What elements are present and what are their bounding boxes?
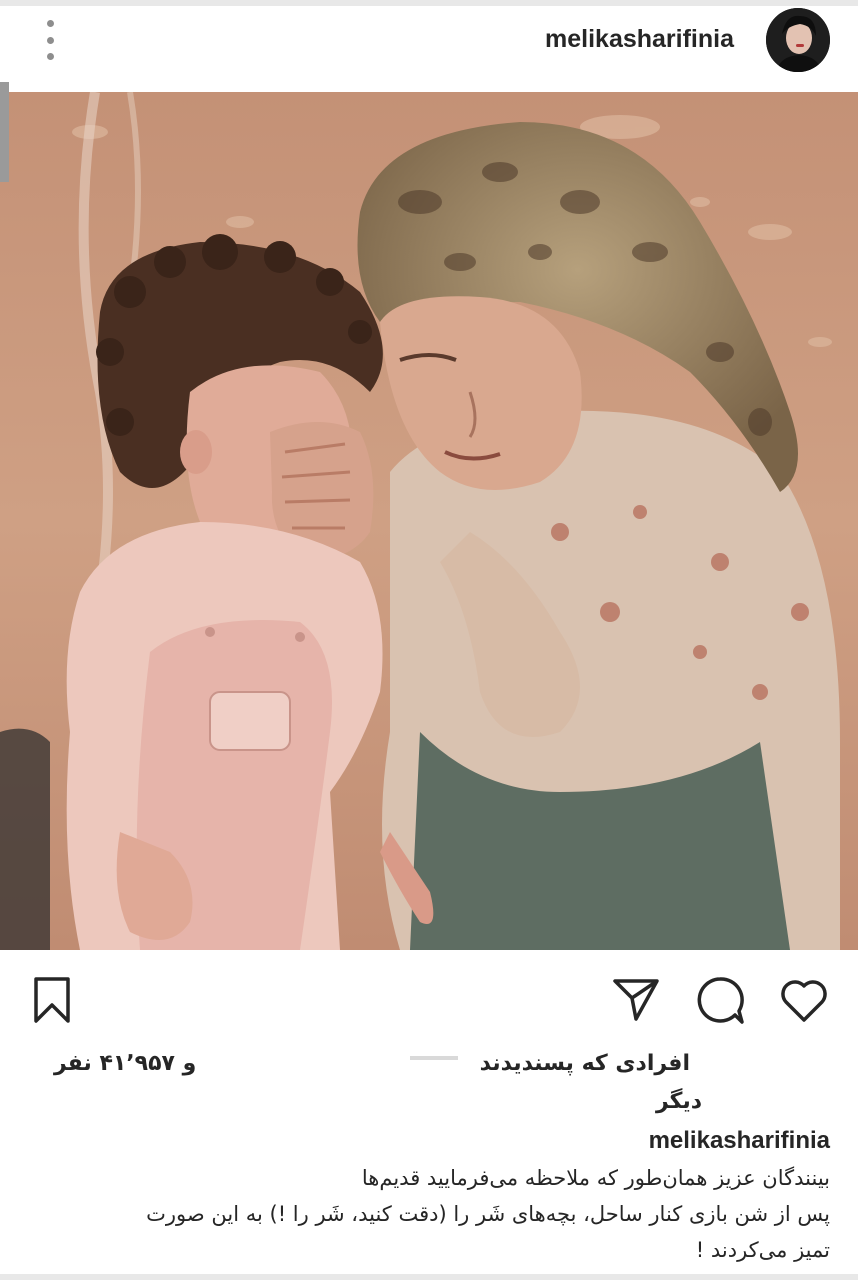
likes-count: و ۴۱٬۹۵۷ نفر [54, 1051, 197, 1076]
menu-dot [46, 53, 54, 60]
caption-line-3: تمیز می‌کردند ! [695, 1238, 830, 1262]
post-caption: melikasharifinia بینندگان عزیز همان‌طور … [30, 1122, 830, 1268]
send-icon[interactable] [610, 974, 662, 1026]
post-username[interactable]: melikasharifinia [545, 22, 734, 56]
bottom-border [0, 1274, 858, 1280]
post-header: melikasharifinia [0, 6, 858, 92]
post-photo-illustration [0, 92, 858, 950]
likes-prefix: افرادی که پسندیدند [479, 1051, 690, 1076]
avatar-image [766, 8, 830, 72]
post-actions [0, 960, 858, 1040]
menu-dot [46, 36, 54, 44]
post-photo[interactable] [0, 92, 858, 950]
heart-icon[interactable] [778, 974, 830, 1026]
profile-avatar[interactable] [766, 8, 830, 72]
caption-line-1: بینندگان عزیز همان‌طور که ملاحظه می‌فرما… [361, 1166, 830, 1190]
caption-line-2: پس از شن بازی کنار ساحل، بچه‌های شَر را … [146, 1202, 830, 1226]
likes-suffix: دیگر [655, 1089, 702, 1114]
menu-dot [46, 20, 54, 27]
bookmark-icon[interactable] [26, 974, 78, 1026]
comment-icon[interactable] [694, 974, 746, 1026]
side-scroll-indicator [0, 82, 9, 182]
more-options-icon[interactable] [38, 20, 62, 60]
redaction-mark [410, 1056, 458, 1060]
likes-line: افرادی که پسندیدند و ۴۱٬۹۵۷ نفر [30, 1044, 830, 1084]
likes-summary[interactable]: افرادی که پسندیدند و ۴۱٬۹۵۷ نفر دیگر [30, 1040, 830, 1130]
caption-username[interactable]: melikasharifinia [30, 1122, 830, 1160]
